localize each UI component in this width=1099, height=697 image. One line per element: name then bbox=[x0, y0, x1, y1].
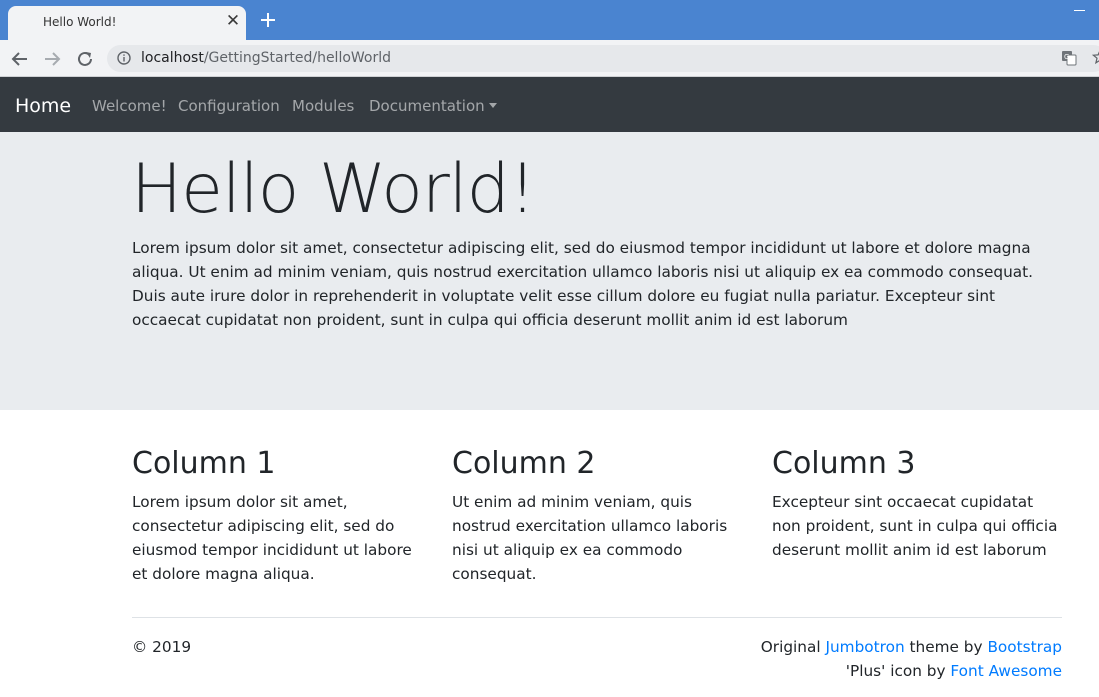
window-minimize-icon[interactable] bbox=[1074, 10, 1085, 11]
nav-link-configuration[interactable]: Configuration bbox=[178, 97, 280, 115]
dropdown-caret-icon bbox=[488, 103, 497, 108]
column-3: Column 3 Excepteur sint occaecat cupidat… bbox=[772, 446, 1062, 562]
url-path: /GettingStarted/helloWorld bbox=[203, 50, 392, 66]
copyright: © 2019 bbox=[132, 638, 192, 656]
jumbotron-text: Lorem ipsum dolor sit amet, consectetur … bbox=[132, 239, 1034, 329]
reload-icon[interactable] bbox=[74, 48, 96, 70]
column-text: Lorem ipsum dolor sit amet, consectetur … bbox=[132, 493, 412, 583]
footer-divider bbox=[132, 617, 1062, 618]
browser-tab-strip: Hello World! ✕ bbox=[0, 0, 1099, 40]
credit-line-1: Original Jumbotron theme by Bootstrap bbox=[761, 635, 1062, 659]
column-1: Column 1 Lorem ipsum dolor sit amet, con… bbox=[132, 446, 422, 586]
column-heading: Column 3 bbox=[772, 446, 916, 481]
credit-line-2: 'Plus' icon by Font Awesome bbox=[761, 659, 1062, 683]
page-title: Hello World! bbox=[131, 150, 536, 229]
credit-text: Original bbox=[760, 638, 826, 656]
nav-link-welcome[interactable]: Welcome! bbox=[92, 97, 167, 115]
back-arrow-icon[interactable] bbox=[9, 48, 31, 70]
site-info-icon[interactable] bbox=[117, 51, 131, 65]
tab-title: Hello World! bbox=[43, 15, 117, 29]
svg-text:G: G bbox=[1064, 53, 1069, 61]
credit-text: theme by bbox=[904, 638, 988, 656]
footer-credits: Original Jumbotron theme by Bootstrap 'P… bbox=[761, 635, 1062, 683]
credit-text: 'Plus' icon by bbox=[845, 662, 951, 680]
forward-arrow-icon[interactable] bbox=[41, 48, 63, 70]
font-awesome-link[interactable]: Font Awesome bbox=[950, 662, 1062, 680]
nav-dropdown-label: Documentation bbox=[369, 97, 485, 115]
column-heading: Column 2 bbox=[452, 446, 596, 481]
column-text: Excepteur sint occaecat cupidatat non pr… bbox=[772, 493, 1058, 559]
jumbotron-link[interactable]: Jumbotron bbox=[825, 638, 904, 656]
translate-icon[interactable]: G bbox=[1061, 50, 1077, 66]
new-tab-plus-icon[interactable] bbox=[259, 11, 277, 29]
browser-toolbar: localhost/GettingStarted/helloWorld bbox=[0, 40, 1099, 77]
column-text: Ut enim ad minim veniam, quis nostrud ex… bbox=[452, 493, 728, 583]
navbar-brand-home[interactable]: Home bbox=[15, 95, 71, 117]
nav-link-modules[interactable]: Modules bbox=[292, 97, 354, 115]
browser-tab[interactable]: Hello World! ✕ bbox=[8, 6, 246, 40]
url-host: localhost bbox=[141, 50, 204, 66]
column-2: Column 2 Ut enim ad minim veniam, quis n… bbox=[452, 446, 742, 586]
site-navbar: Home Welcome! Configuration Modules Docu… bbox=[0, 77, 1099, 132]
tab-close-icon[interactable]: ✕ bbox=[224, 12, 242, 30]
url-text[interactable]: localhost/GettingStarted/helloWorld bbox=[141, 50, 391, 66]
nav-dropdown-documentation[interactable]: Documentation bbox=[369, 97, 497, 115]
address-bar[interactable]: localhost/GettingStarted/helloWorld bbox=[107, 45, 1099, 72]
jumbotron: Hello World! Lorem ipsum dolor sit amet,… bbox=[0, 132, 1099, 410]
bootstrap-link[interactable]: Bootstrap bbox=[987, 638, 1062, 656]
column-heading: Column 1 bbox=[132, 446, 276, 481]
bookmark-star-icon[interactable] bbox=[1092, 49, 1099, 65]
